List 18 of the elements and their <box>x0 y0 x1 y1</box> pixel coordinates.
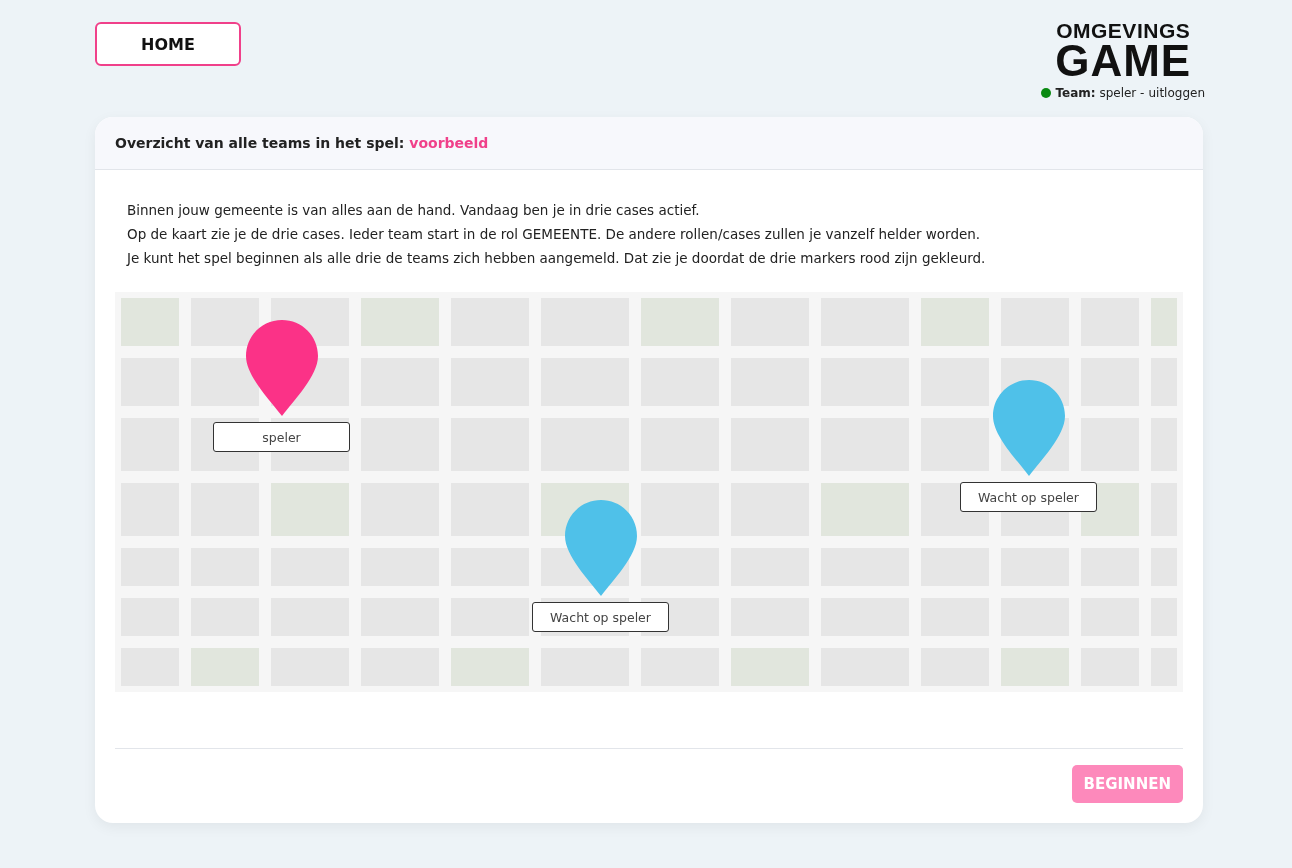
intro-text: Je kunt het spel beginnen als alle drie de teams zich hebben aangemeld. Dat zie je doordat de drie markers rood zijn gekleurd. <box>127 249 987 268</box>
home-button[interactable]: HOME <box>95 22 241 66</box>
logo: OMGEVINGS GAME <box>1055 22 1192 81</box>
park-block <box>121 298 179 346</box>
logout-link[interactable]: uitloggen <box>1148 86 1205 101</box>
intro-text: Op de kaart zie je de drie cases. Ieder team start in de rol GEMEENTE. De andere rollen/cases zullen je vanzelf helder worden. <box>127 225 982 244</box>
park-block <box>1151 298 1177 346</box>
city-block <box>191 358 259 406</box>
park-block <box>191 648 259 686</box>
marker-label: Wacht op speler <box>960 482 1097 512</box>
marker-label: Wacht op speler <box>532 602 669 632</box>
park-block <box>1001 648 1069 686</box>
marker-label: speler <box>213 422 350 452</box>
city-block <box>191 298 259 346</box>
park-block <box>921 298 989 346</box>
team-label: Team: speler - <box>1055 86 1145 101</box>
intro-text: Binnen jouw gemeente is van alles aan de hand. Vandaag ben je in drie cases actief. <box>127 201 701 220</box>
header-text: Overzicht van alle teams in het spel: voorbeeld <box>115 135 489 151</box>
